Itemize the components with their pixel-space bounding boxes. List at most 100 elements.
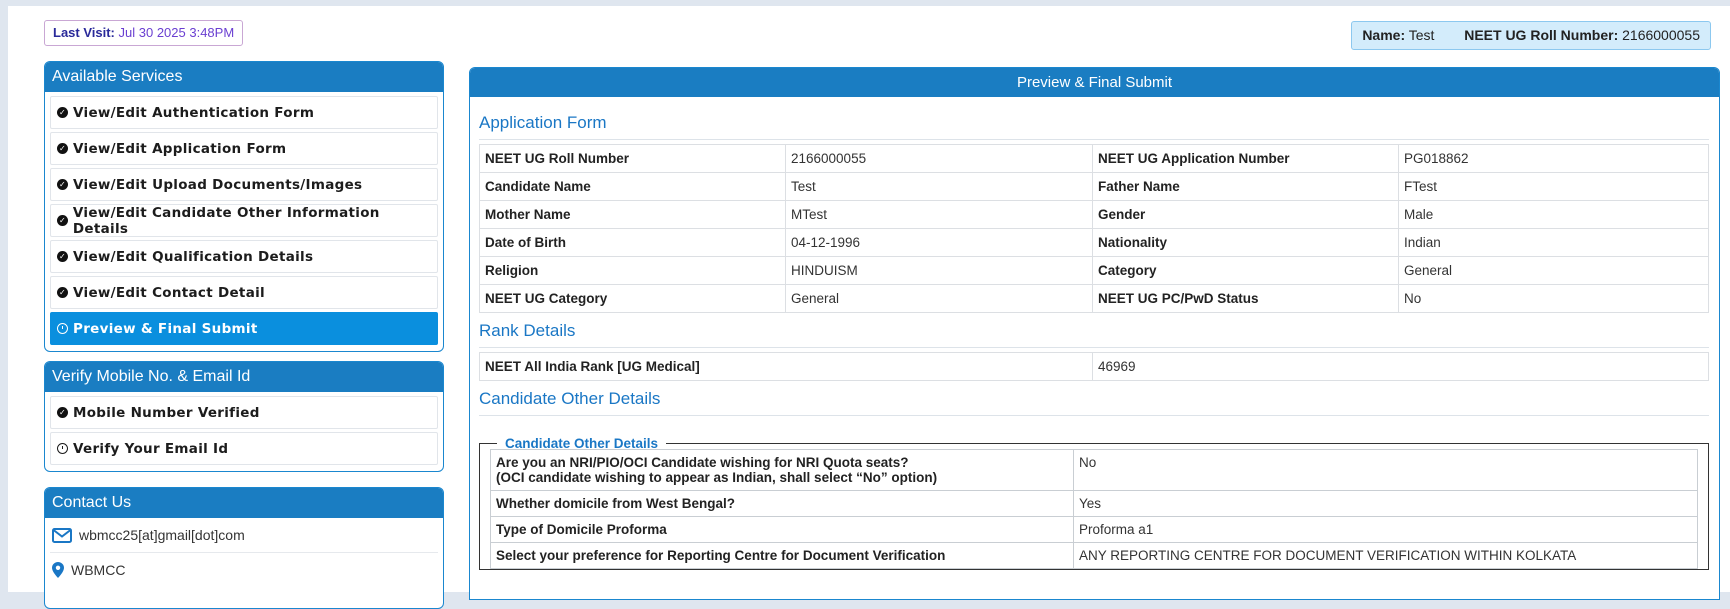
field-value: HINDUISM [785, 256, 1093, 285]
table-row: Whether domicile from West Bengal? Yes [490, 490, 1698, 517]
last-visit-label: Last Visit: [53, 25, 115, 40]
available-services-title: Available Services [45, 62, 443, 92]
rank-details-table: NEET All India Rank [UG Medical] 46969 [479, 352, 1709, 381]
service-upload-documents[interactable]: ✓ View/Edit Upload Documents/Images [50, 168, 438, 201]
field-value: MTest [785, 200, 1093, 229]
contact-location: WBMCC [50, 553, 438, 587]
answer-value: Proforma a1 [1073, 516, 1698, 543]
application-form-title: Application Form [479, 97, 1709, 140]
check-circle-icon: ✓ [57, 179, 68, 190]
verify-label: Verify Your Email Id [73, 440, 229, 457]
field-value: FTest [1398, 172, 1709, 201]
last-visit-value: Jul 30 2025 3:48PM [118, 25, 235, 40]
table-row: NEET UG Category General NEET UG PC/PwD … [479, 284, 1709, 313]
field-value: General [1398, 256, 1709, 285]
table-row: Date of Birth 04-12-1996 Nationality Ind… [479, 228, 1709, 257]
mobile-verified-item[interactable]: ✓ Mobile Number Verified [50, 396, 438, 429]
field-value: 04-12-1996 [785, 228, 1093, 257]
envelope-icon [52, 527, 72, 543]
field-value: No [1398, 284, 1709, 313]
contact-panel-title: Contact Us [45, 488, 443, 518]
question-text: Are you an NRI/PIO/OCI Candidate wishing… [496, 455, 909, 470]
page: Last Visit: Jul 30 2025 3:48PM Name: Tes… [8, 6, 1730, 609]
verify-panel: Verify Mobile No. & Email Id ✓ Mobile Nu… [44, 361, 444, 472]
application-form-table: NEET UG Roll Number 2166000055 NEET UG A… [479, 144, 1709, 313]
main-panel-title: Preview & Final Submit [470, 68, 1719, 97]
question-label: Are you an NRI/PIO/OCI Candidate wishing… [490, 449, 1074, 491]
service-application-form[interactable]: ✓ View/Edit Application Form [50, 132, 438, 165]
service-other-information[interactable]: ✓ View/Edit Candidate Other Information … [50, 204, 438, 237]
field-value: 2166000055 [785, 144, 1093, 173]
candidate-other-legend: Candidate Other Details [505, 436, 659, 451]
table-row: Select your preference for Reporting Cen… [490, 542, 1698, 569]
name-label: Name: [1362, 27, 1406, 43]
check-circle-icon: ✓ [57, 215, 68, 226]
check-circle-icon: ✓ [57, 143, 68, 154]
service-preview-final-submit[interactable]: Preview & Final Submit [50, 312, 438, 345]
check-circle-icon: ✓ [57, 287, 68, 298]
service-contact-detail[interactable]: ✓ View/Edit Contact Detail [50, 276, 438, 309]
candidate-other-table: Are you an NRI/PIO/OCI Candidate wishing… [490, 449, 1698, 569]
field-label: Father Name [1092, 172, 1399, 201]
field-value: General [785, 284, 1093, 313]
contact-panel: Contact Us wbmcc25[at]gmail[dot]com WBMC… [44, 487, 444, 609]
map-marker-icon [52, 562, 64, 578]
field-label: NEET UG Category [479, 284, 786, 313]
clock-icon [57, 323, 68, 334]
verify-panel-title: Verify Mobile No. & Email Id [45, 362, 443, 392]
table-row: Are you an NRI/PIO/OCI Candidate wishing… [490, 449, 1698, 491]
contact-location-text: WBMCC [71, 562, 126, 578]
rank-label: NEET All India Rank [UG Medical] [479, 352, 1093, 381]
rank-value: 46969 [1092, 352, 1709, 381]
service-label: Preview & Final Submit [73, 320, 258, 337]
clock-icon [57, 443, 68, 454]
candidate-other-title: Candidate Other Details [479, 381, 1709, 416]
table-row: Religion HINDUISM Category General [479, 256, 1709, 285]
table-row: NEET All India Rank [UG Medical] 46969 [479, 352, 1709, 381]
check-circle-icon: ✓ [57, 107, 68, 118]
contact-email: wbmcc25[at]gmail[dot]com [50, 518, 438, 553]
roll-number-value: 2166000055 [1622, 27, 1700, 43]
table-row: NEET UG Roll Number 2166000055 NEET UG A… [479, 144, 1709, 173]
field-label: Candidate Name [479, 172, 786, 201]
user-info-box: Name: Test NEET UG Roll Number: 21660000… [1351, 21, 1711, 50]
service-label: View/Edit Candidate Other Information De… [72, 204, 380, 237]
verify-email-item[interactable]: Verify Your Email Id [50, 432, 438, 465]
field-value: Indian [1398, 228, 1709, 257]
service-authentication-form[interactable]: ✓ View/Edit Authentication Form [50, 96, 438, 129]
candidate-other-fieldset: Candidate Other Details Are you an NRI/P… [479, 436, 1709, 570]
name-value: Test [1408, 27, 1435, 43]
field-label: Mother Name [479, 200, 786, 229]
table-row: Mother Name MTest Gender Male [479, 200, 1709, 229]
question-label: Whether domicile from West Bengal? [490, 490, 1074, 517]
field-label: Category [1092, 256, 1399, 285]
service-label: View/Edit Qualification Details [73, 248, 314, 265]
field-label: NEET UG PC/PwD Status [1092, 284, 1399, 313]
field-label: Religion [479, 256, 786, 285]
field-value: Test [785, 172, 1093, 201]
field-value: Male [1398, 200, 1709, 229]
answer-value: ANY REPORTING CENTRE FOR DOCUMENT VERIFI… [1073, 542, 1698, 569]
question-label: Select your preference for Reporting Cen… [490, 542, 1074, 569]
question-label: Type of Domicile Proforma [490, 516, 1074, 543]
field-label: NEET UG Roll Number [479, 144, 786, 173]
service-label: View/Edit Authentication Form [73, 104, 315, 121]
field-label: Nationality [1092, 228, 1399, 257]
service-qualification-details[interactable]: ✓ View/Edit Qualification Details [50, 240, 438, 273]
field-label: NEET UG Application Number [1092, 144, 1399, 173]
question-subtext: (OCI candidate wishing to appear as Indi… [496, 470, 938, 485]
field-label: Gender [1092, 200, 1399, 229]
contact-email-text: wbmcc25[at]gmail[dot]com [79, 527, 245, 543]
preview-final-submit-panel: Preview & Final Submit Application Form … [469, 67, 1720, 600]
roll-number-label: NEET UG Roll Number: [1464, 27, 1619, 43]
field-label: Date of Birth [479, 228, 786, 257]
available-services-panel: Available Services ✓ View/Edit Authentic… [44, 61, 444, 352]
table-row: Candidate Name Test Father Name FTest [479, 172, 1709, 201]
service-label: View/Edit Application Form [73, 140, 287, 157]
check-circle-icon: ✓ [57, 251, 68, 262]
verify-label: Mobile Number Verified [73, 404, 260, 421]
check-circle-icon: ✓ [57, 407, 68, 418]
last-visit-badge: Last Visit: Jul 30 2025 3:48PM [44, 20, 244, 46]
table-row: Type of Domicile Proforma Proforma a1 [490, 516, 1698, 543]
service-label: View/Edit Upload Documents/Images [73, 176, 363, 193]
